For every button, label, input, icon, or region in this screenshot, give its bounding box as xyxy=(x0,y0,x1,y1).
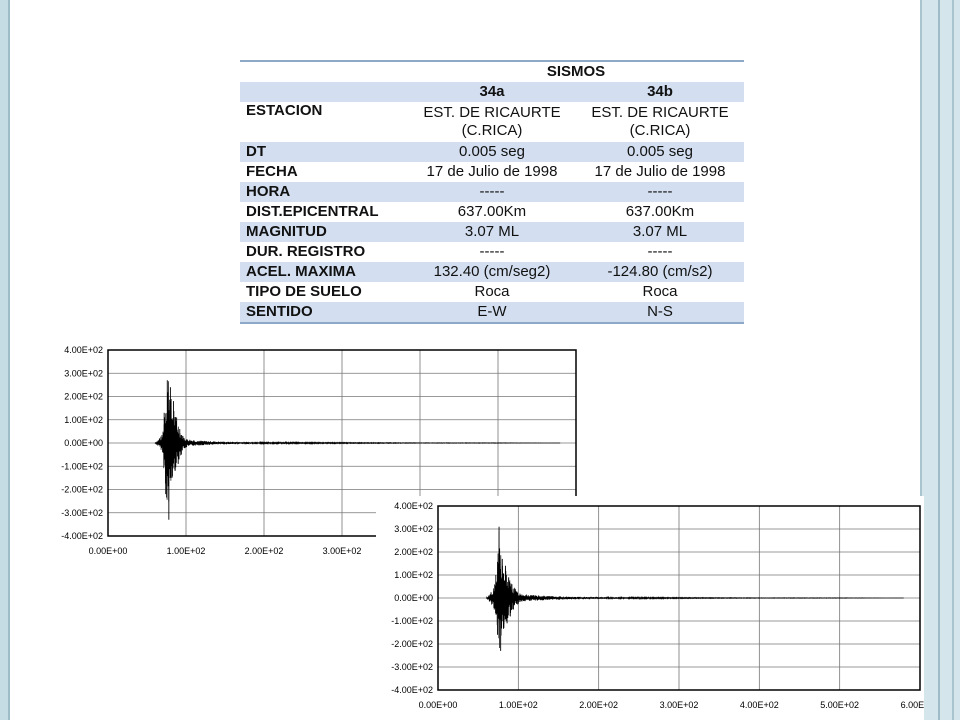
x-tick-label: 3.00E+02 xyxy=(323,546,362,556)
table-title-row: SISMOS xyxy=(240,60,744,82)
row-label: ACEL. MAXIMA xyxy=(240,262,408,282)
row-label: DT xyxy=(240,142,408,162)
y-tick-label: 3.00E+02 xyxy=(394,524,433,534)
row-label: SENTIDO xyxy=(240,302,408,324)
y-tick-label: 4.00E+02 xyxy=(64,345,103,355)
row-label: DIST.EPICENTRAL xyxy=(240,202,408,222)
y-tick-label: 1.00E+02 xyxy=(64,415,103,425)
cell-34a: ----- xyxy=(408,182,576,202)
y-tick-label: 2.00E+02 xyxy=(394,547,433,557)
x-tick-label: 1.00E+02 xyxy=(167,546,206,556)
table-row: ACEL. MAXIMA 132.40 (cm/seg2) -124.80 (c… xyxy=(240,262,744,282)
table-row: HORA ----- ----- xyxy=(240,182,744,202)
table-row: DIST.EPICENTRAL 637.00Km 637.00Km xyxy=(240,202,744,222)
y-tick-label: -3.00E+02 xyxy=(391,662,433,672)
y-tick-label: 0.00E+00 xyxy=(64,438,103,448)
cell-line: (C.RICA) xyxy=(461,122,523,139)
slide-border-right xyxy=(918,0,960,720)
cell-34a: 637.00Km xyxy=(408,202,576,222)
row-label: FECHA xyxy=(240,162,408,182)
table-row: FECHA 17 de Julio de 1998 17 de Julio de… xyxy=(240,162,744,182)
cell-34b: N-S xyxy=(576,302,744,324)
x-tick-label: 1.00E+02 xyxy=(499,700,538,710)
y-tick-label: -3.00E+02 xyxy=(61,508,103,518)
accelerogram-chart-34b: 4.00E+02 3.00E+02 2.00E+02 1.00E+02 0.00E+00… xyxy=(376,496,939,720)
y-tick-label: 3.00E+02 xyxy=(64,368,103,378)
cell-34a: E-W xyxy=(408,302,576,324)
y-tick-label: -2.00E+02 xyxy=(61,485,103,495)
x-tick-label: 2.00E+02 xyxy=(245,546,284,556)
row-label: DUR. REGISTRO xyxy=(240,242,408,262)
cell-34b: 3.07 ML xyxy=(576,222,744,242)
cell-34a: ----- xyxy=(408,242,576,262)
cell-34a: Roca xyxy=(408,282,576,302)
table-row: MAGNITUD 3.07 ML 3.07 ML xyxy=(240,222,744,242)
series-line xyxy=(485,531,904,648)
cell-34a: 132.40 (cm/seg2) xyxy=(408,262,576,282)
column-header-34a: 34a xyxy=(408,82,576,102)
y-tick-label: 0.00E+00 xyxy=(394,593,433,603)
cell-line: EST. DE RICAURTE xyxy=(423,104,561,121)
x-tick-label: 3.00E+02 xyxy=(660,700,699,710)
x-tick-label: 0.00E+00 xyxy=(419,700,458,710)
y-tick-label: 1.00E+02 xyxy=(394,570,433,580)
cell-34b: 17 de Julio de 1998 xyxy=(576,162,744,182)
x-tick-label: 4.00E+02 xyxy=(740,700,779,710)
y-tick-label: -4.00E+02 xyxy=(61,531,103,541)
row-label: TIPO DE SUELO xyxy=(240,282,408,302)
cell-34b: 0.005 seg xyxy=(576,142,744,162)
row-label: MAGNITUD xyxy=(240,222,408,242)
column-header-34b: 34b xyxy=(576,82,744,102)
cell-line: (C.RICA) xyxy=(629,122,691,139)
cell-34b: 637.00Km xyxy=(576,202,744,222)
y-tick-label: -2.00E+02 xyxy=(391,639,433,649)
cell-34a: EST. DE RICAURTE (C.RICA) xyxy=(408,102,576,142)
table-row: SENTIDO E-W N-S xyxy=(240,302,744,324)
table-title: SISMOS xyxy=(408,60,744,82)
cell-line: EST. DE RICAURTE xyxy=(591,104,729,121)
table-header-row: 34a 34b xyxy=(240,82,744,102)
x-tick-label: 2.00E+02 xyxy=(579,700,618,710)
table-row: ESTACION EST. DE RICAURTE (C.RICA) EST. … xyxy=(240,102,744,142)
y-tick-label: 4.00E+02 xyxy=(394,501,433,511)
cell-34a: 17 de Julio de 1998 xyxy=(408,162,576,182)
cell-34b: ----- xyxy=(576,182,744,202)
accelerogram-34b-svg: 4.00E+02 3.00E+02 2.00E+02 1.00E+02 0.00E+00… xyxy=(391,501,939,710)
cell-34b: Roca xyxy=(576,282,744,302)
y-tick-label: -1.00E+02 xyxy=(61,461,103,471)
cell-34b: -124.80 (cm/s2) xyxy=(576,262,744,282)
cell-34a: 3.07 ML xyxy=(408,222,576,242)
x-tick-label: 0.00E+00 xyxy=(89,546,128,556)
cell-34a: 0.005 seg xyxy=(408,142,576,162)
series-line xyxy=(154,381,561,502)
y-tick-label: -4.00E+02 xyxy=(391,685,433,695)
cell-34b: EST. DE RICAURTE (C.RICA) xyxy=(576,102,744,142)
cell-34b: ----- xyxy=(576,242,744,262)
table-row: DUR. REGISTRO ----- ----- xyxy=(240,242,744,262)
table-row: TIPO DE SUELO Roca Roca xyxy=(240,282,744,302)
x-tick-label: 6.00E+02 xyxy=(901,700,924,710)
y-tick-label: -1.00E+02 xyxy=(391,616,433,626)
row-label: ESTACION xyxy=(240,102,408,142)
sismos-table: SISMOS 34a 34b ESTACION EST. DE RICAURTE… xyxy=(240,60,744,324)
x-tick-label: 5.00E+02 xyxy=(820,700,859,710)
row-label: HORA xyxy=(240,182,408,202)
y-tick-label: 2.00E+02 xyxy=(64,392,103,402)
table-row: DT 0.005 seg 0.005 seg xyxy=(240,142,744,162)
slide-border-left xyxy=(0,0,12,720)
